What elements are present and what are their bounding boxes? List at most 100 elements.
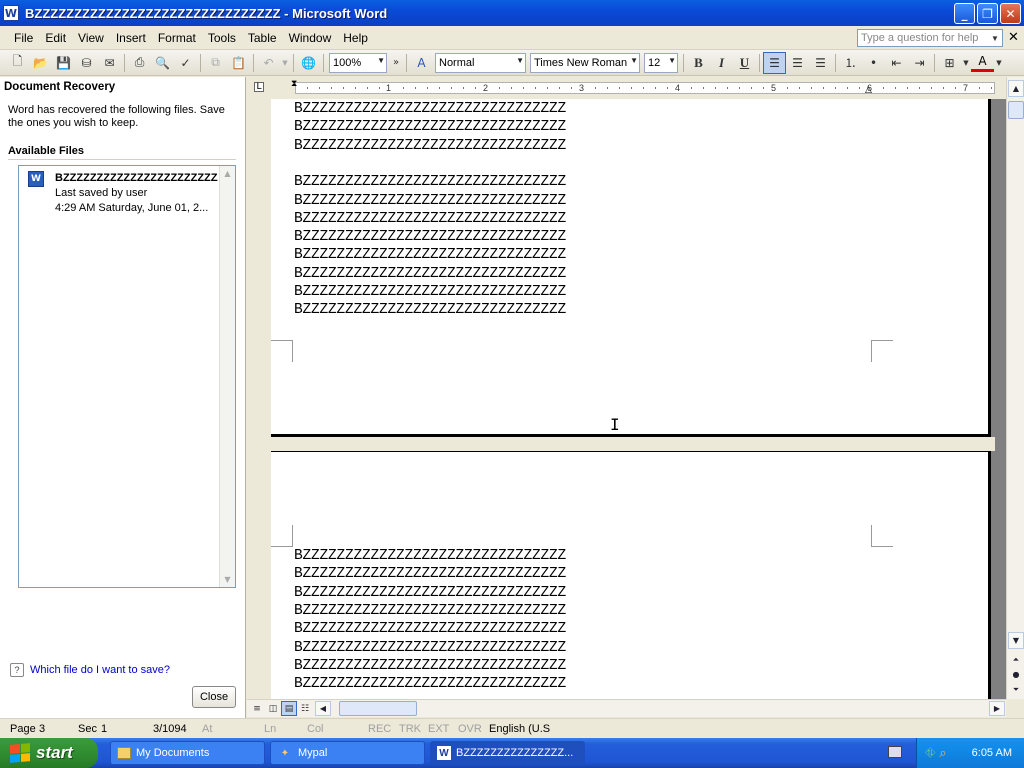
undo-dropdown-icon[interactable]: ▼ bbox=[280, 52, 290, 74]
file-list-scrollbar[interactable]: ▲ ▼ bbox=[219, 166, 235, 587]
align-left-icon[interactable]: ☰ bbox=[763, 51, 786, 74]
menu-window[interactable]: Window bbox=[283, 29, 338, 47]
scroll-down-icon[interactable]: ▼ bbox=[220, 572, 235, 587]
globe-icon[interactable]: 🌐 bbox=[297, 52, 320, 74]
scroll-left-icon[interactable]: ◀ bbox=[315, 701, 331, 716]
taskbar-item-mypal[interactable]: ✦ Mypal bbox=[270, 741, 425, 765]
search-icon[interactable]: ⌕ bbox=[939, 746, 946, 761]
close-button[interactable]: Close bbox=[192, 686, 236, 708]
menu-tools[interactable]: Tools bbox=[202, 29, 242, 47]
status-trk[interactable]: TRK bbox=[399, 723, 421, 735]
vertical-scrollbar[interactable]: ▲ ▼ ⏶ ● ⏷ bbox=[1006, 77, 1024, 699]
keyboard-icon[interactable] bbox=[888, 746, 902, 758]
normal-view-icon[interactable]: ≡ bbox=[249, 701, 265, 716]
ruler-tick bbox=[907, 87, 908, 89]
font-color-dropdown-icon[interactable]: ▼ bbox=[994, 52, 1004, 74]
indent-marker-icon[interactable]: ⧗ bbox=[291, 79, 297, 89]
restore-button[interactable]: ❐ bbox=[977, 3, 998, 24]
ruler-number: 4 bbox=[675, 83, 681, 93]
page[interactable]: BZZZZZZZZZZZZZZZZZZZZZZZZZZZZZZZ BZZZZZZZ… bbox=[271, 451, 991, 699]
numbering-icon[interactable]: ⒈ bbox=[839, 52, 862, 74]
horizontal-scroll-thumb[interactable] bbox=[339, 701, 417, 716]
menu-file[interactable]: File bbox=[8, 29, 39, 47]
menu-help[interactable]: Help bbox=[337, 29, 374, 47]
menu-edit[interactable]: Edit bbox=[39, 29, 72, 47]
taskbar-item-word[interactable]: W BZZZZZZZZZZZZZZZ... bbox=[430, 741, 585, 765]
font-size-select[interactable]: 12 ▼ bbox=[644, 52, 678, 73]
minimize-button[interactable]: _ bbox=[954, 3, 975, 24]
horizontal-ruler[interactable]: 1 2 3 4 5 6 7 ⧗ △ bbox=[271, 77, 1006, 99]
borders-dropdown-icon[interactable]: ▼ bbox=[961, 52, 971, 74]
menu-insert[interactable]: Insert bbox=[110, 29, 152, 47]
available-files-list[interactable]: W BZZZZZZZZZZZZZZZZZZZZZZZZ... Last save… bbox=[18, 165, 236, 588]
help-icon: ? bbox=[10, 663, 24, 677]
increase-indent-icon[interactable]: ⇥ bbox=[908, 52, 931, 74]
styles-formatting-icon[interactable]: A bbox=[410, 52, 433, 74]
undo-icon[interactable]: ↶ bbox=[257, 52, 280, 74]
word-icon[interactable]: W bbox=[3, 5, 19, 21]
outline-view-icon[interactable]: ☷ bbox=[297, 701, 313, 716]
taskbar-item-my-documents[interactable]: My Documents bbox=[110, 741, 265, 765]
zoom-select[interactable]: 100% ▼ bbox=[329, 52, 387, 73]
ruler-tick bbox=[835, 87, 836, 89]
menu-format[interactable]: Format bbox=[152, 29, 202, 47]
open-folder-icon[interactable]: 📂 bbox=[29, 52, 52, 74]
next-page-icon[interactable]: ⏷ bbox=[1008, 681, 1024, 698]
scroll-down-icon[interactable]: ▼ bbox=[1008, 632, 1024, 649]
decrease-indent-icon[interactable]: ⇤ bbox=[885, 52, 908, 74]
borders-icon[interactable]: ⊞ bbox=[938, 52, 961, 74]
font-select[interactable]: Times New Roman ▼ bbox=[530, 52, 640, 73]
close-window-button[interactable]: ✕ bbox=[1000, 3, 1021, 24]
menu-table[interactable]: Table bbox=[242, 29, 283, 47]
help-placeholder: Type a question for help bbox=[861, 32, 979, 44]
scroll-up-icon[interactable]: ▲ bbox=[1008, 80, 1024, 97]
web-layout-view-icon[interactable]: ◫ bbox=[265, 701, 281, 716]
clock[interactable]: 6:05 AM bbox=[972, 747, 1012, 759]
new-document-icon[interactable]: 🗋 bbox=[6, 52, 29, 74]
status-language[interactable]: English (U.S bbox=[489, 723, 550, 735]
ruler-tick bbox=[859, 87, 860, 89]
ruler-tick bbox=[763, 87, 764, 89]
scroll-thumb[interactable] bbox=[1008, 101, 1024, 119]
close-document-icon[interactable]: ✕ bbox=[1008, 30, 1019, 45]
bold-button[interactable]: B bbox=[687, 52, 710, 74]
help-link-text[interactable]: Which file do I want to save? bbox=[30, 664, 170, 676]
page[interactable]: I BZZZZZZZZZZZZZZZZZZZZZZZZZZZZZZZ BZZZZZ… bbox=[271, 99, 991, 437]
document-text-line: BZZZZZZZZZZZZZZZZZZZZZZZZZZZZZZZ bbox=[294, 639, 567, 656]
scroll-up-icon[interactable]: ▲ bbox=[220, 166, 235, 181]
tab-selector[interactable]: L bbox=[247, 77, 271, 99]
align-center-icon[interactable]: ☰ bbox=[786, 52, 809, 74]
email-icon[interactable]: ✉ bbox=[98, 52, 121, 74]
print-layout-view-icon[interactable]: ▤ bbox=[281, 701, 297, 716]
status-rec[interactable]: REC bbox=[368, 723, 391, 735]
italic-button[interactable]: I bbox=[710, 52, 733, 74]
horizontal-scrollbar[interactable]: ≡ ◫ ▤ ☷ ▭ ◀ ▶ bbox=[247, 699, 1006, 717]
scroll-right-icon[interactable]: ▶ bbox=[989, 701, 1005, 716]
document-area[interactable]: L 1 2 3 4 5 6 7 ⧗ △ I BZZZZZZZZZZZZZZZZZ… bbox=[247, 77, 1006, 699]
paste-icon[interactable]: 📋 bbox=[227, 52, 250, 74]
right-indent-marker-icon[interactable]: △ bbox=[865, 85, 872, 95]
status-ovr[interactable]: OVR bbox=[458, 723, 482, 735]
margin-corner bbox=[271, 525, 293, 547]
chevron-down-icon[interactable]: ▼ bbox=[989, 31, 1001, 45]
bullets-icon[interactable]: • bbox=[862, 52, 885, 74]
align-right-icon[interactable]: ☰ bbox=[809, 52, 832, 74]
font-color-icon[interactable]: A bbox=[971, 54, 994, 72]
help-question-input[interactable]: Type a question for help ▼ bbox=[857, 29, 1003, 47]
style-select[interactable]: Normal ▼ bbox=[435, 52, 526, 73]
permission-icon[interactable]: ⛁ bbox=[75, 52, 98, 74]
copy-icon[interactable]: ⧉ bbox=[204, 52, 227, 74]
save-icon[interactable]: 💾 bbox=[52, 52, 75, 74]
ruler-number: 3 bbox=[579, 83, 585, 93]
toolbar-overflow-icon[interactable]: » bbox=[389, 52, 403, 74]
start-button[interactable]: start bbox=[0, 738, 98, 768]
status-ext[interactable]: EXT bbox=[428, 723, 449, 735]
ruler-tick bbox=[715, 87, 716, 89]
underline-button[interactable]: U bbox=[733, 52, 756, 74]
print-preview-icon[interactable]: 🔍 bbox=[151, 52, 174, 74]
menu-view[interactable]: View bbox=[72, 29, 110, 47]
help-link[interactable]: ? Which file do I want to save? bbox=[10, 663, 170, 677]
print-icon[interactable]: ⎙ bbox=[128, 52, 151, 74]
spelling-icon[interactable]: ✓ bbox=[174, 52, 197, 74]
network-icon[interactable]: ⛗ bbox=[925, 746, 935, 761]
